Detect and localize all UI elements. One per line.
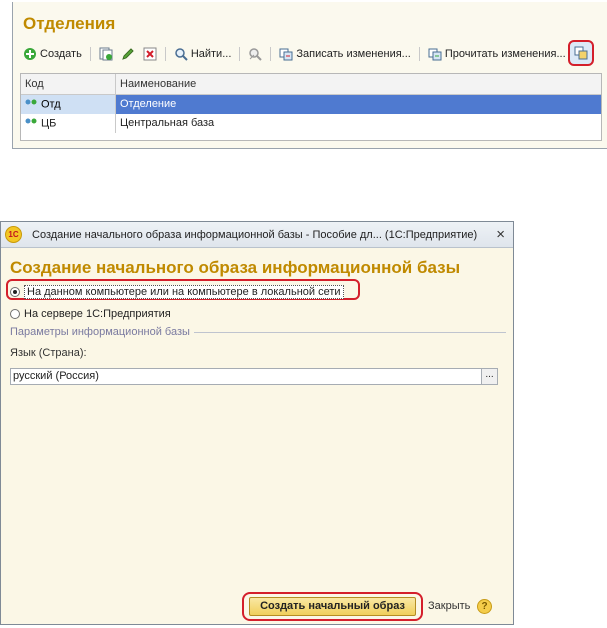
radio-local-label: На данном компьютере или на компьютере в… xyxy=(24,285,344,299)
initial-image-dialog: 1С Создание начального образа информацио… xyxy=(0,221,514,625)
find-button[interactable]: Найти... xyxy=(172,46,234,62)
toolbar-separator xyxy=(239,47,241,61)
exchange-nodes-panel: Отделения Создать Найти... Записать изме… xyxy=(12,2,607,149)
delete-icon xyxy=(143,47,157,61)
cell-code: ЦБ xyxy=(21,114,116,133)
write-changes-button[interactable]: Записать изменения... xyxy=(277,46,412,62)
toolbar: Создать Найти... Записать изменения... П… xyxy=(21,42,603,66)
radio-server-label: На сервере 1С:Предприятия xyxy=(24,308,171,320)
copy-icon xyxy=(99,47,113,61)
radio-button-unchecked[interactable] xyxy=(10,309,20,319)
cell-name: Отделение xyxy=(120,98,177,110)
clear-filter-button[interactable] xyxy=(246,46,264,62)
dialog-heading: Создание начального образа информационно… xyxy=(10,258,461,277)
toolbar-separator xyxy=(89,47,91,61)
cell-name: Центральная база xyxy=(120,117,215,129)
language-label: Язык (Страна): xyxy=(10,347,87,359)
delete-button[interactable] xyxy=(141,46,159,62)
add-icon xyxy=(23,47,37,61)
create-initial-image-button[interactable] xyxy=(568,40,594,66)
cell-code-text: ЦБ xyxy=(41,117,57,130)
radio-local-computer[interactable]: На данном компьютере или на компьютере в… xyxy=(10,285,344,299)
radio-server[interactable]: На сервере 1С:Предприятия xyxy=(10,308,171,320)
column-header-code[interactable]: Код xyxy=(21,74,116,94)
panel-title: Отделения xyxy=(23,14,116,33)
toolbar-separator xyxy=(164,47,166,61)
edit-icon xyxy=(121,47,135,61)
params-group-header: Параметры информационной базы xyxy=(10,326,506,338)
radio-button-checked[interactable] xyxy=(10,287,20,297)
dialog-title: Создание начального образа информационно… xyxy=(32,228,478,241)
copy-button[interactable] xyxy=(97,46,115,62)
app-logo-icon: 1С xyxy=(5,226,22,243)
search-icon xyxy=(174,47,188,61)
read-changes-icon xyxy=(428,47,442,61)
nodes-table: Код Наименование Отд Отделение ЦБ Центра… xyxy=(20,73,602,141)
toolbar-separator xyxy=(418,47,420,61)
find-label: Найти... xyxy=(190,48,232,60)
column-header-name[interactable]: Наименование xyxy=(116,74,601,94)
write-changes-label: Записать изменения... xyxy=(296,48,411,60)
table-header: Код Наименование xyxy=(21,74,601,95)
read-changes-label: Прочитать изменения... xyxy=(444,48,566,60)
toolbar-separator xyxy=(270,47,272,61)
create-button[interactable]: Создать xyxy=(21,46,84,62)
group-divider xyxy=(193,331,506,333)
node-icon xyxy=(25,114,37,133)
cell-code: Отд xyxy=(21,95,116,114)
dialog-titlebar[interactable]: 1С Создание начального образа информацио… xyxy=(1,222,513,248)
edit-button[interactable] xyxy=(119,46,137,62)
help-icon[interactable]: ? xyxy=(477,599,492,614)
language-field[interactable]: русский (Россия) xyxy=(10,368,496,385)
table-row[interactable]: Отд Отделение xyxy=(21,95,601,114)
create-initial-image-button[interactable]: Создать начальный образ xyxy=(249,597,416,616)
node-icon xyxy=(25,95,37,114)
table-row[interactable]: ЦБ Центральная база xyxy=(21,114,601,133)
close-button[interactable]: Закрыть xyxy=(428,600,470,612)
create-label: Создать xyxy=(40,48,82,60)
close-icon[interactable]: × xyxy=(496,226,505,243)
write-changes-icon xyxy=(279,47,293,61)
language-select-button[interactable]: ... xyxy=(481,368,498,385)
exchange-icon xyxy=(574,46,588,60)
params-group-label: Параметры информационной базы xyxy=(10,326,190,338)
cell-code-text: Отд xyxy=(41,98,61,111)
read-changes-button[interactable]: Прочитать изменения... xyxy=(426,46,568,62)
clear-filter-icon xyxy=(248,47,263,61)
